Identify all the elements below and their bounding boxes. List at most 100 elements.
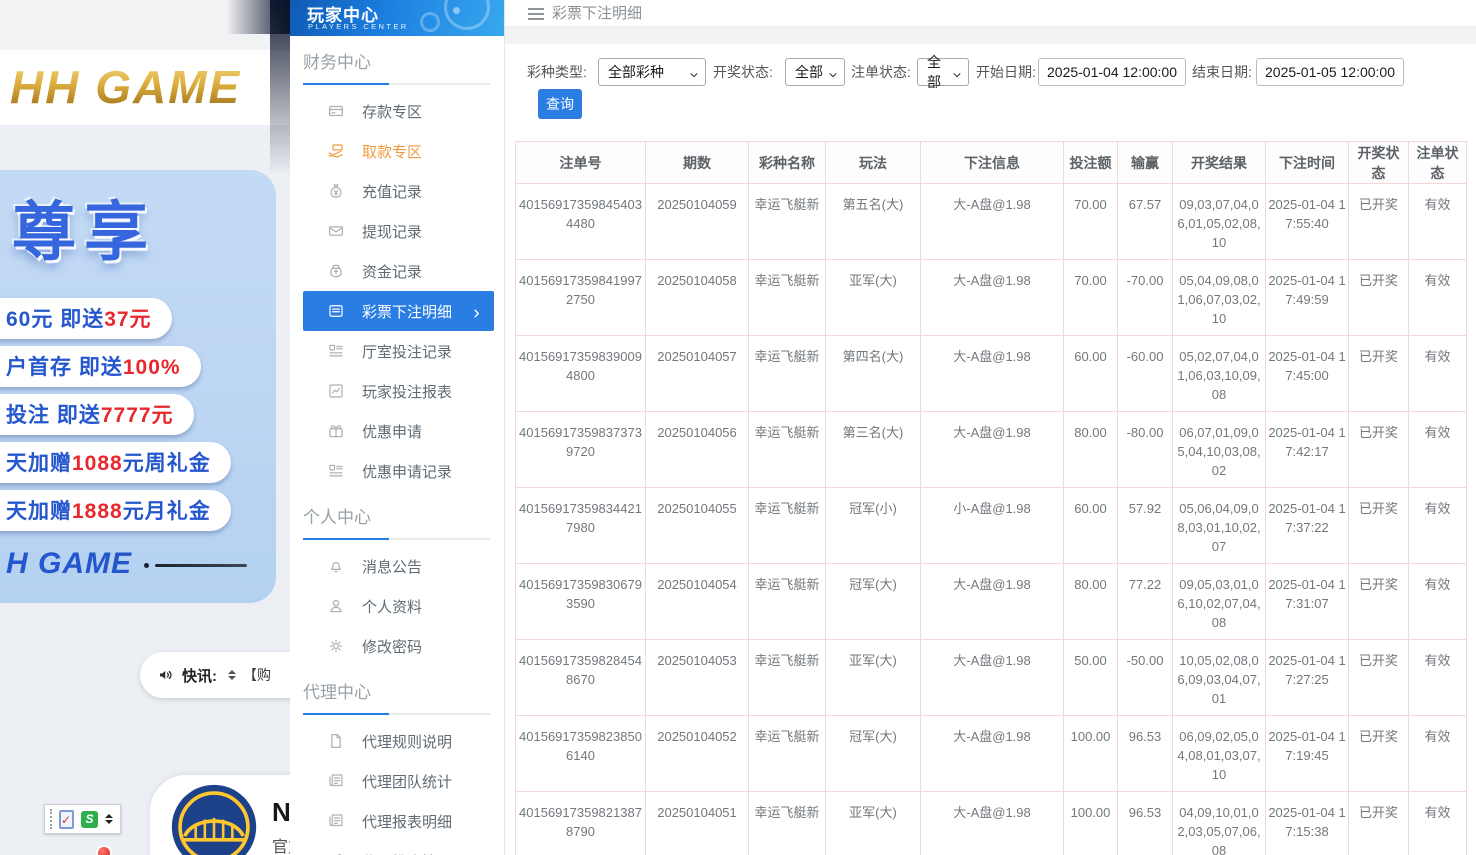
table-cell: 05,06,04,09,08,03,01,10,02,07: [1173, 488, 1266, 564]
promo-pill: 投注 即送7777元: [0, 394, 194, 435]
column-header: 玩法: [826, 142, 921, 184]
circle-decoration: [420, 12, 440, 32]
sidebar-item-label: 修改密码: [362, 636, 422, 657]
table-cell: 亚军(大): [826, 260, 921, 336]
table-cell: 幸运飞艇新: [749, 184, 826, 260]
table-cell: 57.92: [1118, 488, 1173, 564]
table-cell: 大-A盘@1.98: [921, 716, 1064, 792]
sidebar-item[interactable]: 提现记录: [290, 211, 504, 251]
table-cell: 已开奖: [1349, 640, 1409, 716]
sidebar-item-label: 充值记录: [362, 181, 422, 202]
draw-status-label: 开奖状态:: [713, 58, 773, 86]
menu-icon[interactable]: [528, 8, 544, 20]
sidebar-item[interactable]: 个人资料: [290, 586, 504, 626]
table-cell: 20250104052: [646, 716, 749, 792]
column-header: 下注时间: [1266, 142, 1349, 184]
table-cell: 2025-01-04 17:42:17: [1266, 412, 1349, 488]
table-cell: 70.00: [1064, 260, 1118, 336]
scroll-arrows-icon: [228, 670, 236, 680]
background-site: HH GAME 尊享 60元 即送37元户首存 即送100%投注 即送7777元…: [0, 0, 290, 855]
promo-apply-icon: [327, 422, 345, 440]
table-cell: 大-A盘@1.98: [921, 184, 1064, 260]
sidebar-item[interactable]: 优惠申请: [290, 411, 504, 451]
sidebar-item-label: 代理推广管理: [362, 851, 452, 855]
table-cell: 有效: [1409, 260, 1467, 336]
table-cell: 2025-01-04 17:27:25: [1266, 640, 1349, 716]
table-cell: 第四名(大): [826, 336, 921, 412]
table-row: 40156917359821387879020250104051幸运飞艇新亚军(…: [516, 792, 1467, 855]
lottery-type-label: 彩种类型:: [527, 58, 587, 86]
table-cell: 有效: [1409, 412, 1467, 488]
table-cell: 77.22: [1118, 564, 1173, 640]
sidebar-item[interactable]: 取款专区: [290, 131, 504, 171]
sidebar-item[interactable]: 存款专区: [290, 91, 504, 131]
updown-arrows-icon: [105, 814, 113, 824]
sidebar-item-label: 优惠申请记录: [362, 461, 452, 482]
sidebar-item[interactable]: 代理规则说明: [290, 721, 504, 761]
sidebar-item-label: 玩家投注报表: [362, 381, 452, 402]
table-cell: 已开奖: [1349, 792, 1409, 855]
table-cell: 已开奖: [1349, 336, 1409, 412]
table-cell: 96.53: [1118, 716, 1173, 792]
sidebar-item[interactable]: 修改密码: [290, 626, 504, 666]
screen: HH GAME 尊享 60元 即送37元户首存 即送100%投注 即送7777元…: [0, 0, 1476, 855]
sidebar-section-title: 个人中心: [290, 491, 504, 538]
table-head: 注单号期数彩种名称玩法下注信息投注额输赢开奖结果下注时间开奖状态注单状态: [516, 142, 1467, 184]
ticker-text: 【购: [243, 665, 271, 685]
column-header: 输赢: [1118, 142, 1173, 184]
table-body: 40156917359845403448020250104059幸运飞艇新第五名…: [516, 184, 1467, 855]
table-cell: 2025-01-04 17:37:22: [1266, 488, 1349, 564]
news-ticker: 快讯: 【购: [140, 652, 290, 698]
sidebar-item[interactable]: 优惠申请记录: [290, 451, 504, 491]
sidebar-item[interactable]: 代理报表明细: [290, 801, 504, 841]
table-cell: 幸运飞艇新: [749, 564, 826, 640]
table-cell: 幸运飞艇新: [749, 792, 826, 855]
lottery-type-select[interactable]: 全部彩种: [598, 58, 706, 86]
promo-pill: 天加赠1088元周礼金: [0, 442, 231, 483]
table-cell: 有效: [1409, 336, 1467, 412]
sidebar-sections: 财务中心存款专区取款专区充值记录提现记录资金记录彩票下注明细厅室投注记录玩家投注…: [290, 36, 504, 855]
table-cell: 20250104053: [646, 640, 749, 716]
table-cell: 有效: [1409, 716, 1467, 792]
end-date-input[interactable]: [1256, 58, 1404, 86]
sidebar-item[interactable]: 充值记录: [290, 171, 504, 211]
sidebar-item[interactable]: 消息公告: [290, 546, 504, 586]
draw-status-select[interactable]: 全部: [785, 58, 845, 86]
query-button[interactable]: 查询: [538, 89, 582, 119]
table-cell: 亚军(大): [826, 792, 921, 855]
sidebar-item[interactable]: 玩家投注报表: [290, 371, 504, 411]
table-cell: 401569173598419972750: [516, 260, 646, 336]
order-status-select[interactable]: 全部: [917, 58, 969, 86]
promo-pill-text: 天加赠: [6, 452, 72, 475]
promo-pill-text: 1088: [72, 452, 123, 475]
table-cell: 2025-01-04 17:45:00: [1266, 336, 1349, 412]
chevron-right-icon: [471, 306, 482, 317]
sidebar-item[interactable]: 代理团队统计: [290, 761, 504, 801]
table-cell: 20250104051: [646, 792, 749, 855]
sidebar-header: 玩家中心 PLAYERS CENTER: [290, 0, 504, 36]
sidebar-item-label: 优惠申请: [362, 421, 422, 442]
table-cell: 大-A盘@1.98: [921, 792, 1064, 855]
promo-pill-text: 天加赠: [6, 500, 72, 523]
table-cell: 已开奖: [1349, 716, 1409, 792]
promo-pill-text: 7777元: [101, 404, 174, 427]
section-underline: [303, 538, 490, 540]
column-header: 期数: [646, 142, 749, 184]
table-cell: 大-A盘@1.98: [921, 260, 1064, 336]
sidebar-item[interactable]: 彩票下注明细: [303, 291, 494, 331]
table-cell: 大-A盘@1.98: [921, 564, 1064, 640]
table-cell: 有效: [1409, 640, 1467, 716]
sidebar-item[interactable]: 资金记录: [290, 251, 504, 291]
table-cell: 冠军(大): [826, 564, 921, 640]
sidebar-item[interactable]: 厅室投注记录: [290, 331, 504, 371]
promo-footer: H GAME: [6, 547, 276, 581]
clipboard-check-icon: [59, 810, 74, 829]
sidebar-item[interactable]: 代理推广管理: [290, 841, 504, 855]
warriors-logo: [170, 783, 258, 855]
hall-bet-record-icon: [327, 342, 345, 360]
chevron-down-icon: [828, 67, 838, 77]
table-cell: 2025-01-04 17:31:07: [1266, 564, 1349, 640]
start-date-input[interactable]: [1038, 58, 1186, 86]
browser-extension-popup: S: [44, 804, 121, 834]
column-header: 注单状态: [1409, 142, 1467, 184]
